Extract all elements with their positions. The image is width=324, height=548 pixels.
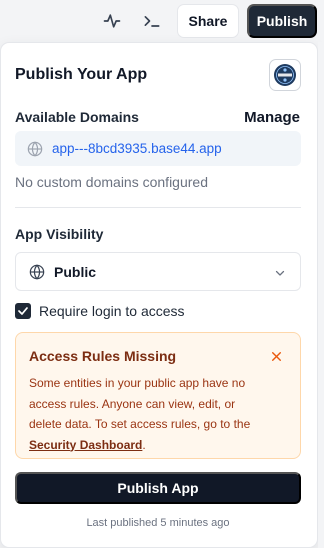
alert-body-line: access rules. Anyone can view, edit, or — [29, 396, 236, 411]
visibility-selected-value: Public — [54, 263, 97, 280]
publish-app-button[interactable]: Publish App — [15, 472, 301, 504]
activity-icon[interactable] — [100, 9, 124, 33]
alert-body: Some entities in your public app have no… — [29, 373, 291, 455]
security-dashboard-link[interactable]: Security Dashboard — [29, 438, 142, 452]
app-logo-icon — [269, 59, 301, 91]
alert-link-suffix: . — [142, 437, 146, 452]
visibility-select[interactable]: Public — [15, 252, 301, 291]
available-domains-label: Available Domains — [15, 109, 139, 125]
alert-title: Access Rules Missing — [29, 348, 177, 364]
globe-icon — [29, 263, 45, 280]
section-divider — [15, 207, 301, 208]
require-login-label: Require login to access — [39, 303, 185, 319]
close-icon[interactable] — [270, 350, 283, 363]
manage-domains-link[interactable]: Manage — [244, 109, 300, 126]
alert-body-line: Some entities in your public app have no — [29, 376, 246, 390]
alert-body-line: delete data. To set access rules, go to … — [29, 417, 251, 431]
background-strip — [318, 42, 324, 548]
alert-body-line-link: Security Dashboard. — [29, 435, 291, 456]
share-button[interactable]: Share — [177, 4, 239, 38]
publish-popover: Publish Your App Available Domains Manag… — [0, 42, 318, 548]
chevron-down-icon — [274, 266, 286, 278]
no-custom-domains-text: No custom domains configured — [15, 174, 208, 190]
publish-button[interactable]: Publish — [247, 4, 317, 38]
app-visibility-label: App Visibility — [15, 226, 104, 242]
panel-title: Publish Your App — [15, 66, 148, 83]
primary-domain-link[interactable]: app---8bcd3935.base44.app — [52, 141, 222, 156]
require-login-row[interactable]: Require login to access — [15, 302, 185, 320]
primary-domain-row[interactable]: app---8bcd3935.base44.app — [15, 131, 301, 166]
globe-icon — [27, 140, 43, 157]
top-toolbar: Share Publish — [0, 0, 324, 42]
access-rules-alert: Access Rules Missing Some entities in yo… — [15, 332, 301, 459]
last-published-text: Last published 5 minutes ago — [86, 517, 230, 529]
terminal-icon[interactable] — [140, 9, 164, 33]
require-login-checkbox[interactable] — [15, 303, 31, 319]
